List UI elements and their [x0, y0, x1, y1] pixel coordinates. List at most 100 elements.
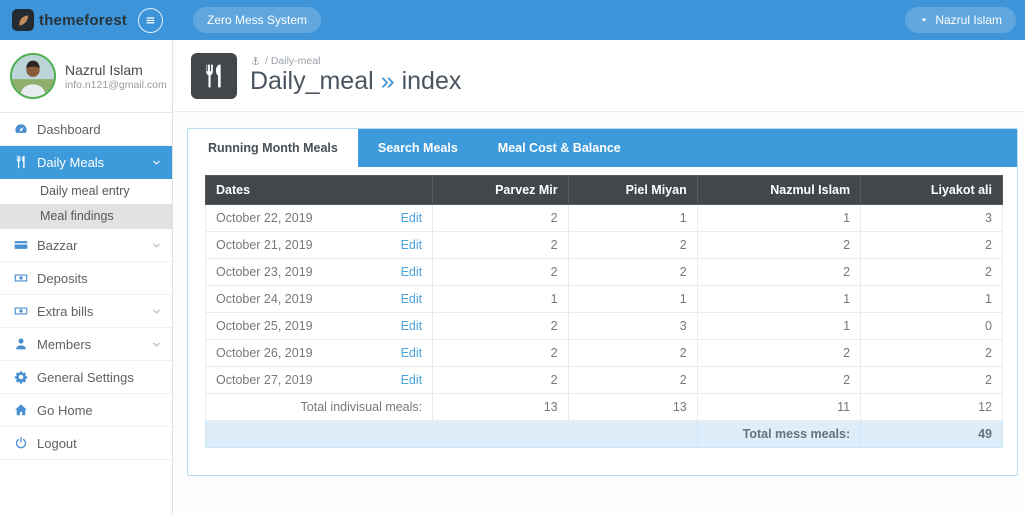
table-row: October 27, 2019Edit2222 [206, 367, 1003, 394]
user-icon [14, 337, 28, 351]
meal-count-cell: 1 [697, 286, 860, 313]
edit-link[interactable]: Edit [401, 373, 423, 387]
meal-count-cell: 2 [697, 232, 860, 259]
date-cell: October 24, 2019 Edit [206, 286, 433, 313]
sidebar-item-bazzar[interactable]: Bazzar [0, 229, 172, 262]
date-cell: October 25, 2019 Edit [206, 313, 433, 340]
sidebar-item-daily-meals[interactable]: Daily Meals [0, 146, 172, 179]
mess-total-spacer [206, 421, 698, 448]
user-menu-button[interactable]: Nazrul Islam [905, 7, 1016, 33]
edit-link[interactable]: Edit [401, 265, 423, 279]
col-header-nazmul-islam: Nazmul Islam [697, 176, 860, 205]
sidebar-subitem-meal-findings[interactable]: Meal findings [0, 204, 172, 229]
meal-count-cell: 1 [697, 205, 860, 232]
date-label: October 24, 2019 [216, 292, 313, 306]
individual-total-cell: 13 [568, 394, 697, 421]
sidebar-subitem-label: Daily meal entry [40, 184, 130, 198]
credit-card-icon [14, 238, 28, 252]
date-label: October 25, 2019 [216, 319, 313, 333]
date-cell: October 22, 2019Edit [206, 205, 433, 232]
edit-link[interactable]: Edit [401, 346, 423, 360]
individual-total-row: Total indivisual meals:13131112 [206, 394, 1003, 421]
date-label: October 21, 2019 [216, 238, 313, 252]
avatar [10, 53, 56, 99]
brand-name: themeforest [39, 12, 127, 29]
meal-count-cell: 2 [568, 259, 697, 286]
date-cell: October 21, 2019 Edit [206, 232, 433, 259]
table-wrap: DatesParvez MirPiel MiyanNazmul IslamLiy… [205, 175, 1003, 448]
gauge-icon [14, 122, 28, 136]
sidebar-menu: Dashboard Daily Meals Daily meal entry Meal… [0, 113, 172, 460]
meal-count-cell: 2 [861, 259, 1003, 286]
page-title-sub: index [402, 67, 462, 95]
sidebar-item-go-home[interactable]: Go Home [0, 394, 172, 427]
sidebar-item-label: Logout [37, 436, 77, 451]
cutlery-icon [191, 53, 237, 99]
tab-running-month-meals[interactable]: Running Month Meals [188, 129, 358, 167]
meal-count-cell: 1 [433, 286, 568, 313]
profile-card: Nazrul Islam info.n121@gmail.com [0, 40, 172, 113]
table-row: October 25, 2019Edit2310 [206, 313, 1003, 340]
individual-total-cell: 11 [697, 394, 860, 421]
edit-link[interactable]: Edit [401, 238, 423, 252]
meal-count-cell: 2 [568, 232, 697, 259]
edit-link[interactable]: Edit [401, 292, 423, 306]
sidebar-item-general-settings[interactable]: General Settings [0, 361, 172, 394]
meal-count-cell: 2 [697, 259, 860, 286]
meal-count-cell: 3 [568, 313, 697, 340]
menu-toggle-button[interactable] [138, 8, 163, 33]
col-header-piel-miyan: Piel Miyan [568, 176, 697, 205]
mess-total-row: Total mess meals:49 [206, 421, 1003, 448]
edit-link[interactable]: Edit [401, 319, 423, 333]
sidebar-item-label: Dashboard [37, 122, 101, 137]
meal-count-cell: 1 [861, 286, 1003, 313]
meal-count-cell: 2 [433, 232, 568, 259]
hamburger-icon [144, 14, 157, 27]
profile-email: info.n121@gmail.com [65, 79, 167, 91]
sidebar-item-dashboard[interactable]: Dashboard [0, 113, 172, 146]
meal-count-cell: 2 [697, 340, 860, 367]
cutlery-icon [14, 155, 28, 169]
sidebar-subitem-daily-meal-entry[interactable]: Daily meal entry [0, 179, 172, 204]
page-title-main: Daily_meal [250, 67, 374, 95]
meal-count-cell: 1 [568, 205, 697, 232]
tab-meal-cost-balance[interactable]: Meal Cost & Balance [478, 129, 641, 167]
meal-count-cell: 2 [433, 205, 568, 232]
sidebar-item-extra-bills[interactable]: Extra bills [0, 295, 172, 328]
brand-logo[interactable]: themeforest [12, 9, 127, 31]
sidebar-item-label: Extra bills [37, 304, 93, 319]
page-title-separator: » [381, 67, 395, 95]
meal-count-cell: 2 [861, 232, 1003, 259]
edit-link[interactable]: Edit [401, 211, 423, 225]
individual-total-label: Total indivisual meals: [206, 394, 433, 421]
anchor-icon [250, 56, 261, 67]
main-content: / Daily-meal Daily_meal»index Running Mo… [174, 40, 1025, 515]
sidebar-item-label: Go Home [37, 403, 93, 418]
meal-count-cell: 2 [568, 340, 697, 367]
top-navbar: themeforest Zero Mess System Nazrul Isla… [0, 0, 1025, 40]
individual-total-cell: 13 [433, 394, 568, 421]
meal-count-cell: 3 [861, 205, 1003, 232]
date-label: October 26, 2019 [216, 346, 313, 360]
themeforest-leaf-icon [12, 9, 34, 31]
tab-search-meals[interactable]: Search Meals [358, 129, 478, 167]
page-title: Daily_meal»index [250, 68, 461, 96]
individual-total-cell: 12 [861, 394, 1003, 421]
breadcrumb-path: / Daily-meal [265, 55, 320, 67]
meal-count-cell: 2 [433, 340, 568, 367]
sidebar-item-label: General Settings [37, 370, 134, 385]
chevron-down-icon [151, 339, 162, 350]
app-window: themeforest Zero Mess System Nazrul Isla… [0, 0, 1025, 515]
chevron-down-icon [151, 157, 162, 168]
meal-count-cell: 2 [861, 367, 1003, 394]
chevron-down-icon [151, 240, 162, 251]
sidebar-item-logout[interactable]: Logout [0, 427, 172, 460]
system-name-button[interactable]: Zero Mess System [193, 7, 321, 33]
table-row: October 24, 2019Edit1111 [206, 286, 1003, 313]
chevron-down-icon [151, 306, 162, 317]
col-header-dates: Dates [206, 176, 433, 205]
sidebar-item-deposits[interactable]: Deposits [0, 262, 172, 295]
home-icon [14, 403, 28, 417]
sidebar-item-members[interactable]: Members [0, 328, 172, 361]
meal-count-cell: 1 [568, 286, 697, 313]
